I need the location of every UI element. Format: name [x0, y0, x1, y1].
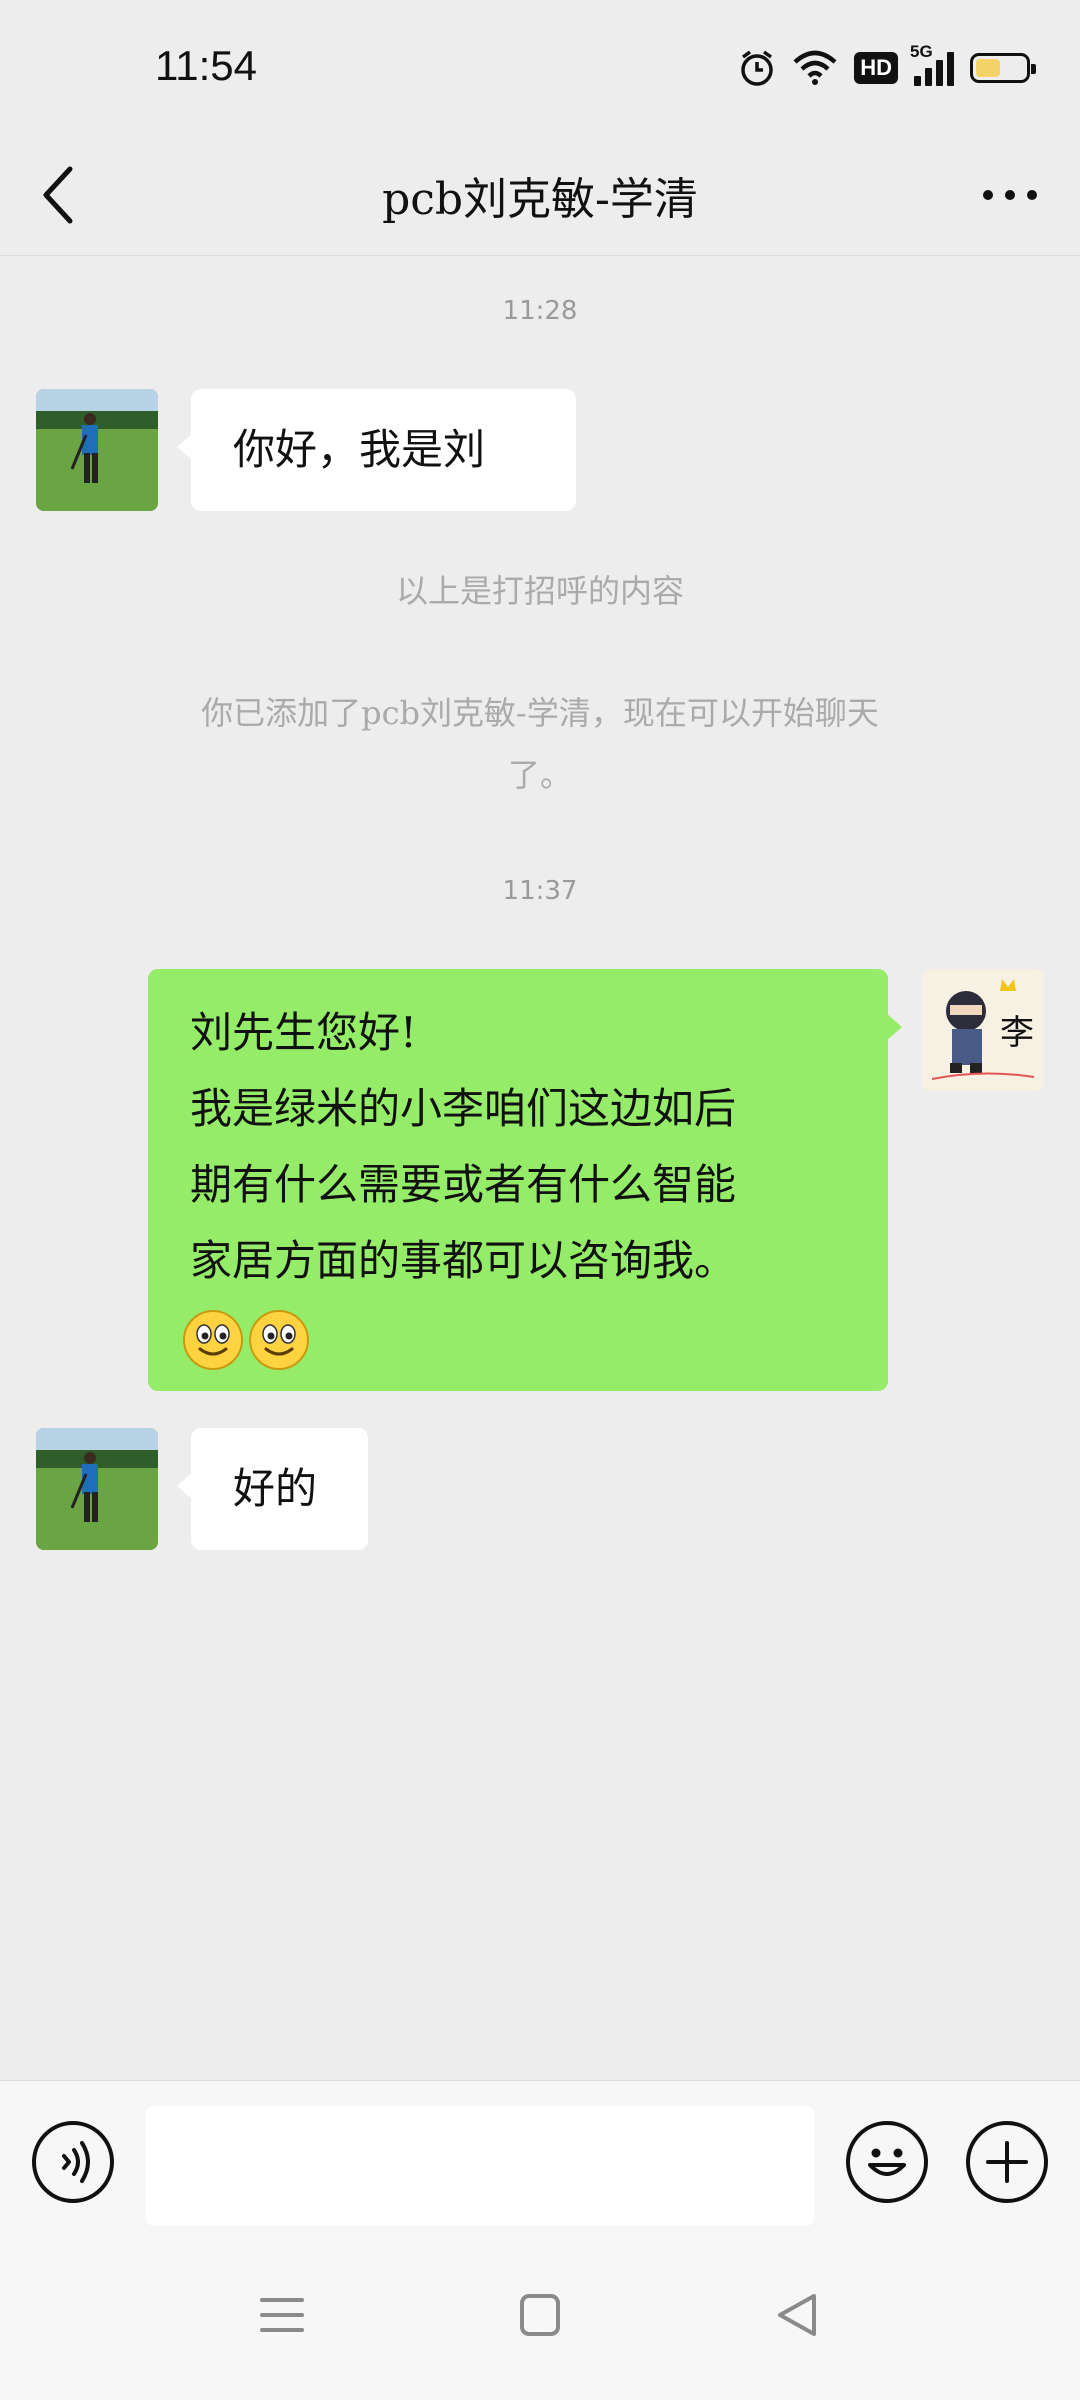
- signal-icon: 5G: [910, 42, 954, 86]
- status-time: 11:54: [155, 42, 257, 89]
- message-bubble-sent[interactable]: 刘先生您好! 我是绿米的小李咱们这边如后 期有什么需要或者有什么智能 家居方面的…: [148, 969, 902, 1391]
- more-dot: [1027, 190, 1037, 200]
- message-line: 期有什么需要或者有什么智能: [190, 1160, 737, 1209]
- menu-nav-button[interactable]: [242, 2280, 322, 2350]
- menu-icon: [260, 2298, 304, 2332]
- timestamp: 11:28: [502, 296, 578, 326]
- emoji-icon: [868, 2148, 906, 2176]
- contact-avatar[interactable]: [36, 389, 158, 511]
- system-message: 以上是打招呼的内容: [395, 572, 684, 610]
- message-line: 我是绿米的小李咱们这边如后: [190, 1084, 737, 1133]
- more-dot: [1005, 190, 1015, 200]
- avatar-text: 李: [1000, 1013, 1034, 1053]
- system-nav-bar: [0, 2230, 1080, 2400]
- input-bar: [0, 2080, 1080, 2231]
- voice-button[interactable]: [32, 2121, 114, 2203]
- system-message: 你已添加了pcb刘克敏-学清，现在可以开始聊天: [201, 694, 879, 732]
- status-icons: HD 5G: [738, 42, 1036, 92]
- plus-icon: [986, 2141, 1028, 2183]
- emoji-button[interactable]: [846, 2121, 928, 2203]
- message-text: 你好，我是刘: [233, 425, 486, 474]
- chat-title: pcb刘克敏-学清: [382, 174, 698, 225]
- battery-fill: [976, 59, 1000, 77]
- golfer-photo: [36, 1428, 158, 1550]
- message-bubble-received[interactable]: 好的: [177, 1428, 368, 1550]
- more-button[interactable]: [970, 157, 1050, 233]
- system-message: 了。: [507, 756, 572, 794]
- plus-button[interactable]: [966, 2121, 1048, 2203]
- status-bar: 11:54 HD 5G: [0, 0, 1080, 135]
- battery-icon: [970, 53, 1036, 83]
- back-triangle-icon: [778, 2294, 816, 2336]
- chat-header: pcb刘克敏-学清: [0, 135, 1080, 256]
- golfer-photo: [36, 389, 158, 511]
- home-nav-button[interactable]: [500, 2280, 580, 2350]
- contact-avatar[interactable]: [36, 1428, 158, 1550]
- network-type: 5G: [910, 42, 933, 61]
- message-input[interactable]: [146, 2106, 814, 2226]
- wifi-icon: [793, 50, 837, 85]
- message-bubble-received[interactable]: 你好，我是刘: [177, 389, 576, 511]
- hd-badge: HD: [854, 52, 898, 84]
- back-nav-button[interactable]: [758, 2280, 838, 2350]
- more-dot: [983, 190, 993, 200]
- voice-icon: [62, 2141, 90, 2183]
- timestamp: 11:37: [502, 876, 578, 906]
- emoji-row: [182, 1299, 848, 1375]
- my-avatar[interactable]: 李: [922, 969, 1044, 1091]
- message-line: 刘先生您好!: [190, 1008, 417, 1057]
- smiley-emoji: [183, 1310, 243, 1370]
- alarm-icon: [741, 50, 773, 86]
- smiley-emoji: [249, 1310, 309, 1370]
- home-square-icon: [520, 2294, 560, 2336]
- message-text: 好的: [233, 1464, 318, 1513]
- message-line: 家居方面的事都可以咨询我。: [190, 1236, 737, 1285]
